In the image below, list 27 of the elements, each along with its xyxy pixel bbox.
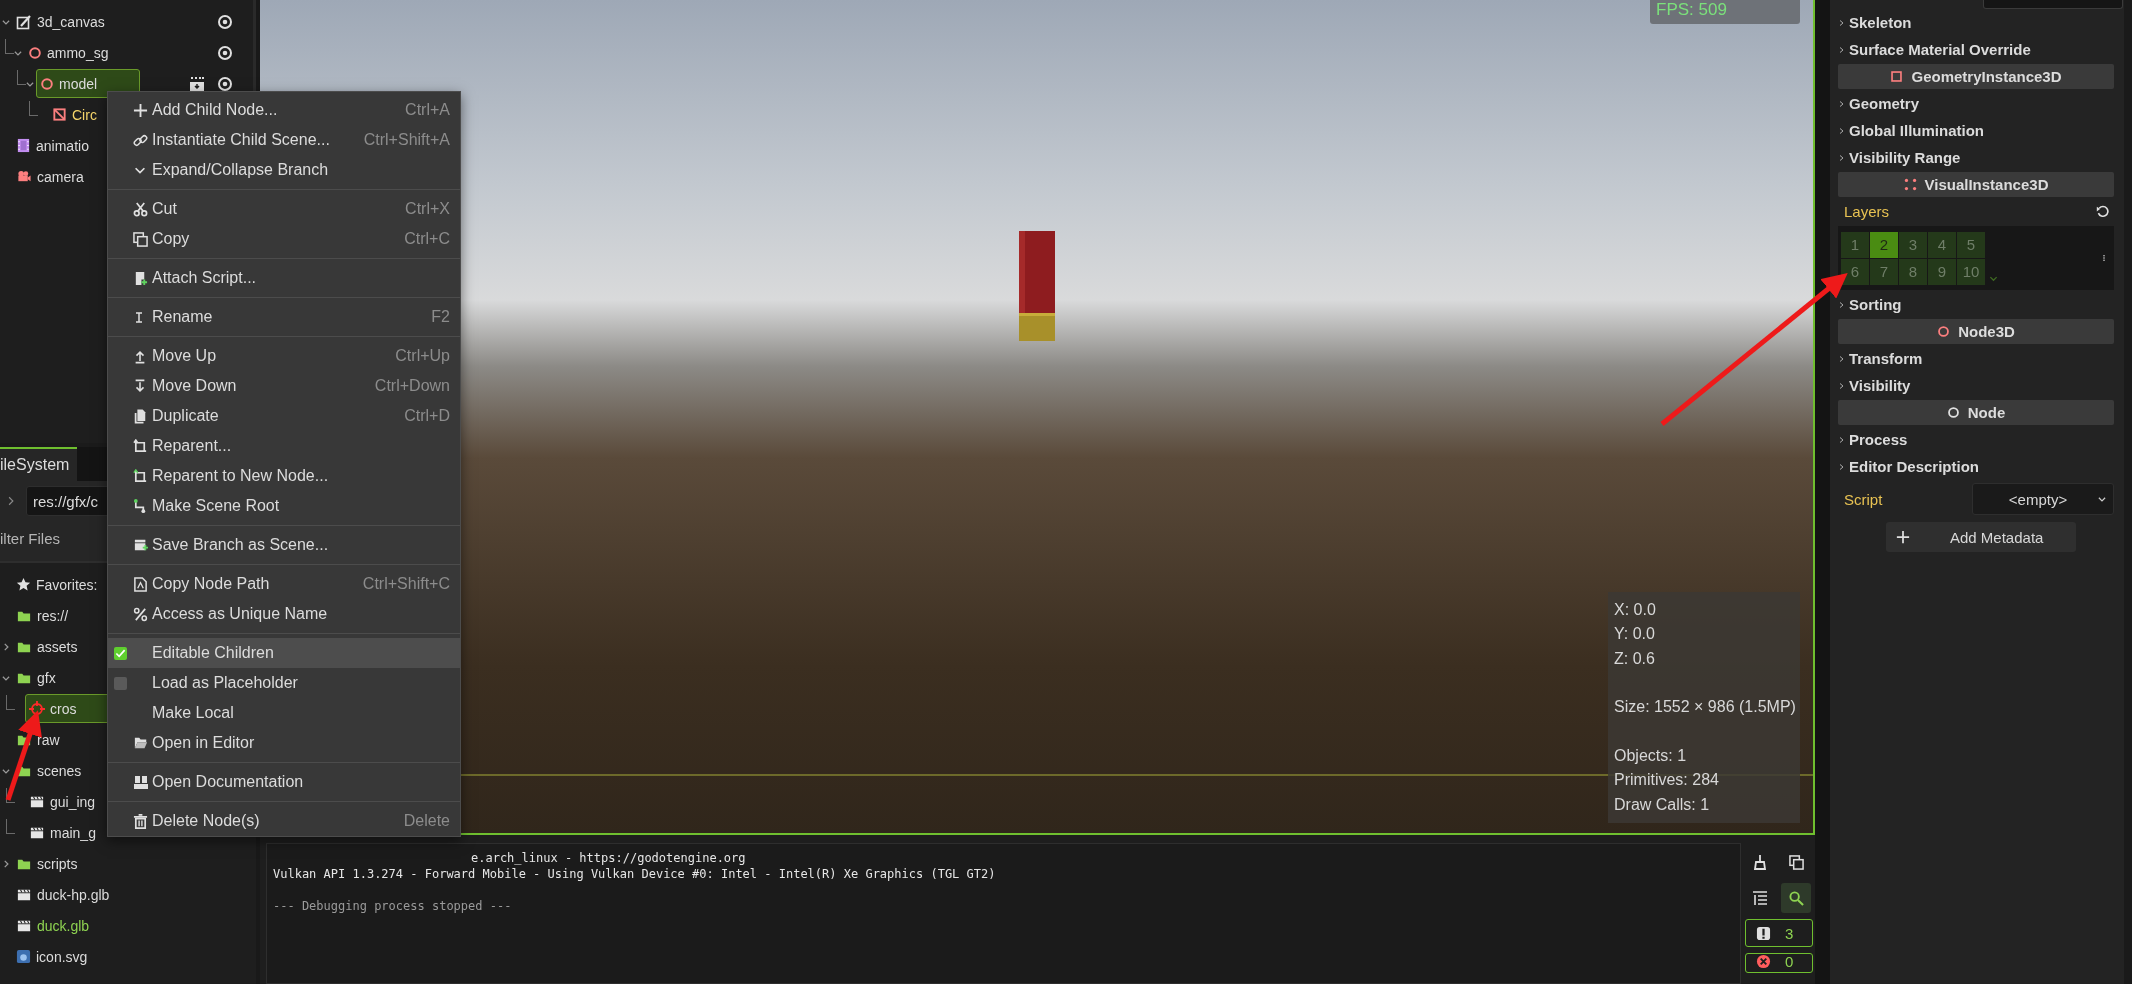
log-line: e.arch_linux - https://godotengine.org xyxy=(470,850,747,866)
stat-text: Z: 0.6 xyxy=(1614,648,1656,669)
group-label: Sorting xyxy=(1849,296,1902,313)
class-label: Node xyxy=(1967,404,2006,421)
group-label: Surface Material Override xyxy=(1849,41,2031,58)
fps-counter: FPS: 509 xyxy=(1650,0,1800,24)
class-label: VisualInstance3D xyxy=(1924,176,2049,193)
group-label: Transform xyxy=(1849,350,1923,367)
stat-text: Y: 0.0 xyxy=(1614,624,1656,644)
class-label: GeometryInstance3D xyxy=(1911,68,2062,85)
stat-text: X: 0.0 xyxy=(1614,599,1657,620)
group-label: Skeleton xyxy=(1849,14,1912,31)
log-line: --- Debugging process stopped --- xyxy=(273,898,513,914)
group-label: Geometry xyxy=(1849,95,1920,112)
group-label: Process xyxy=(1849,431,1908,448)
class-label: Node3D xyxy=(1958,323,2015,340)
property-label: Script xyxy=(1844,490,1883,508)
stat-text: Objects: 1 xyxy=(1614,745,1688,766)
stat-text: Size: 1552 × 986 (1.5MP) xyxy=(1614,697,1794,717)
group-label: Visibility Range xyxy=(1849,149,1961,166)
group-label: Visibility xyxy=(1849,377,1911,394)
property-label: Layers xyxy=(1844,203,1890,220)
group-label: Editor Description xyxy=(1849,458,1979,475)
log-line: Vulkan API 1.3.274 - Forward Mobile - Using Vulkan Device #0: Intel - Intel(R) Xe Graphics (TGL GT2) xyxy=(273,866,997,882)
stat-text: Primitives: 284 xyxy=(1614,770,1720,790)
group-label: Global Illumination xyxy=(1849,122,1984,139)
stat-text: Draw Calls: 1 xyxy=(1614,794,1711,815)
